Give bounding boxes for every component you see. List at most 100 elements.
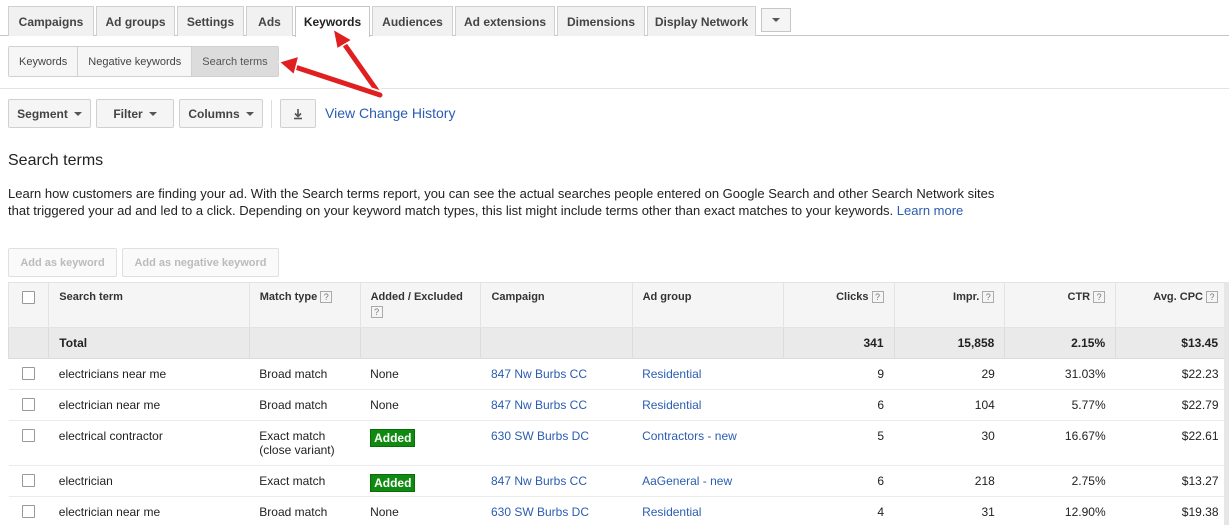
help-icon[interactable]: ? <box>1093 291 1106 304</box>
match-type: Exact match <box>259 474 326 488</box>
subtab-negative-keywords[interactable]: Negative keywords <box>78 47 193 76</box>
header-avg-cpc[interactable]: Avg. CPC? <box>1115 282 1229 328</box>
total-cell <box>631 327 784 359</box>
clicks-cell: 5 <box>783 420 894 466</box>
tab-dimensions[interactable]: Dimensions <box>557 6 645 36</box>
more-tabs-dropdown[interactable] <box>761 8 791 32</box>
segment-label: Segment <box>17 106 68 121</box>
header-label: CTR <box>1067 291 1091 303</box>
avg-cpc-cell: $19.38 <box>1115 496 1229 525</box>
campaign-link[interactable]: 847 Nw Burbs CC <box>491 367 587 381</box>
row-checkbox[interactable] <box>22 474 36 487</box>
impr-cell: 104 <box>894 389 1005 421</box>
ad-group-cell: Contractors - new <box>632 420 784 466</box>
table-row: electrician near me Broad match None 847 Nw… <box>8 389 1229 421</box>
header-impr[interactable]: Impr.? <box>893 282 1006 328</box>
avg-cpc-cell: $22.23 <box>1115 358 1229 390</box>
help-icon[interactable]: ? <box>370 306 383 318</box>
help-icon[interactable]: ? <box>871 291 884 304</box>
header-ctr[interactable]: CTR? <box>1004 282 1117 328</box>
header-label: Impr. <box>953 291 980 303</box>
header-label: Clicks <box>836 291 869 303</box>
subtab-search-terms[interactable]: Search terms <box>192 47 278 76</box>
ctr-cell: 31.03% <box>1004 358 1116 390</box>
total-label: Total <box>48 327 250 359</box>
view-change-history-link[interactable]: View Change History <box>325 105 455 121</box>
add-as-keyword-button[interactable]: Add as keyword <box>8 248 117 277</box>
row-checkbox[interactable] <box>22 429 36 442</box>
ctr-cell: 16.67% <box>1004 420 1116 466</box>
columns-label: Columns <box>188 106 240 121</box>
arrow-to-keywords-tab <box>331 27 385 100</box>
columns-button[interactable]: Columns <box>179 99 263 128</box>
select-all-cell <box>7 282 50 328</box>
tab-audiences[interactable]: Audiences <box>372 6 453 36</box>
header-added-excluded[interactable]: Added / Excluded? <box>359 282 482 328</box>
row-checkbox[interactable] <box>22 505 36 518</box>
ad-group-cell: AaGeneral - new <box>632 465 784 497</box>
campaign-link[interactable]: 630 SW Burbs DC <box>491 505 589 519</box>
chevron-down-icon <box>73 111 82 116</box>
added-badge: Added <box>370 429 416 447</box>
help-icon[interactable]: ? <box>1206 291 1218 304</box>
help-icon[interactable]: ? <box>982 291 995 304</box>
select-all-checkbox[interactable] <box>22 291 36 304</box>
total-ctr: 2.15% <box>1004 327 1117 359</box>
ctr-cell: 5.77% <box>1004 389 1116 421</box>
ad-group-link[interactable]: Residential <box>642 505 701 519</box>
tab-ads[interactable]: Ads <box>246 6 293 36</box>
added-excluded-cell: None <box>360 358 481 390</box>
added-status: None <box>370 398 399 412</box>
header-clicks[interactable]: Clicks? <box>782 282 895 328</box>
segment-button[interactable]: Segment <box>8 99 91 128</box>
tab-keywords[interactable]: Keywords <box>295 6 370 37</box>
row-select-cell <box>8 496 49 525</box>
added-excluded-cell: Added <box>360 420 481 466</box>
filter-button[interactable]: Filter <box>96 99 174 128</box>
total-row: Total 341 15,858 2.15% $13.45 <box>7 327 1229 359</box>
ad-group-link[interactable]: AaGeneral - new <box>642 474 732 488</box>
search-term-cell: electrician near me <box>48 389 250 421</box>
row-checkbox[interactable] <box>22 398 36 411</box>
header-match-type[interactable]: Match type? <box>248 282 361 328</box>
scrollbar[interactable] <box>1224 282 1229 525</box>
ad-group-link[interactable]: Residential <box>642 367 701 381</box>
ad-group-link[interactable]: Residential <box>642 398 701 412</box>
header-ad-group[interactable]: Ad group <box>631 282 784 328</box>
tab-ad-groups[interactable]: Ad groups <box>96 6 175 36</box>
ad-group-link[interactable]: Contractors - new <box>642 429 737 443</box>
impr-cell: 31 <box>894 496 1005 525</box>
campaign-link[interactable]: 847 Nw Burbs CC <box>491 474 587 488</box>
table-row: electricians near me Broad match None 847 N… <box>8 358 1229 390</box>
download-button[interactable] <box>280 99 316 128</box>
subtab-keywords[interactable]: Keywords <box>9 47 79 76</box>
header-campaign[interactable]: Campaign <box>480 282 633 328</box>
tab-campaigns[interactable]: Campaigns <box>8 6 94 36</box>
chevron-down-icon <box>148 111 157 116</box>
search-term-cell: electricians near me <box>48 358 250 390</box>
campaign-link[interactable]: 630 SW Burbs DC <box>491 429 589 443</box>
header-search-term[interactable]: Search term <box>48 282 250 328</box>
row-checkbox[interactable] <box>22 367 36 380</box>
campaign-cell: 630 SW Burbs DC <box>480 420 633 466</box>
tab-display-network[interactable]: Display Network <box>647 6 756 36</box>
added-excluded-cell: None <box>360 496 481 525</box>
avg-cpc-cell: $22.61 <box>1115 420 1229 466</box>
match-type: Broad match <box>259 367 328 381</box>
total-cell <box>7 327 50 359</box>
tab-settings[interactable]: Settings <box>177 6 244 36</box>
match-type-cell: Exact match (close variant) <box>249 420 361 466</box>
campaign-link[interactable]: 847 Nw Burbs CC <box>491 398 587 412</box>
tab-ad-extensions[interactable]: Ad extensions <box>455 6 555 36</box>
description-text: Learn how customers are finding your ad.… <box>8 186 995 218</box>
added-status: None <box>370 505 399 519</box>
row-select-cell <box>8 420 49 466</box>
learn-more-link[interactable]: Learn more <box>897 203 963 218</box>
total-cpc: $13.45 <box>1115 327 1229 359</box>
add-as-negative-keyword-button[interactable]: Add as negative keyword <box>122 248 279 277</box>
avg-cpc-cell: $22.79 <box>1115 389 1229 421</box>
match-type: Broad match <box>259 398 328 412</box>
ad-group-cell: Residential <box>632 358 784 390</box>
row-select-cell <box>8 389 49 421</box>
help-icon[interactable]: ? <box>320 291 333 304</box>
